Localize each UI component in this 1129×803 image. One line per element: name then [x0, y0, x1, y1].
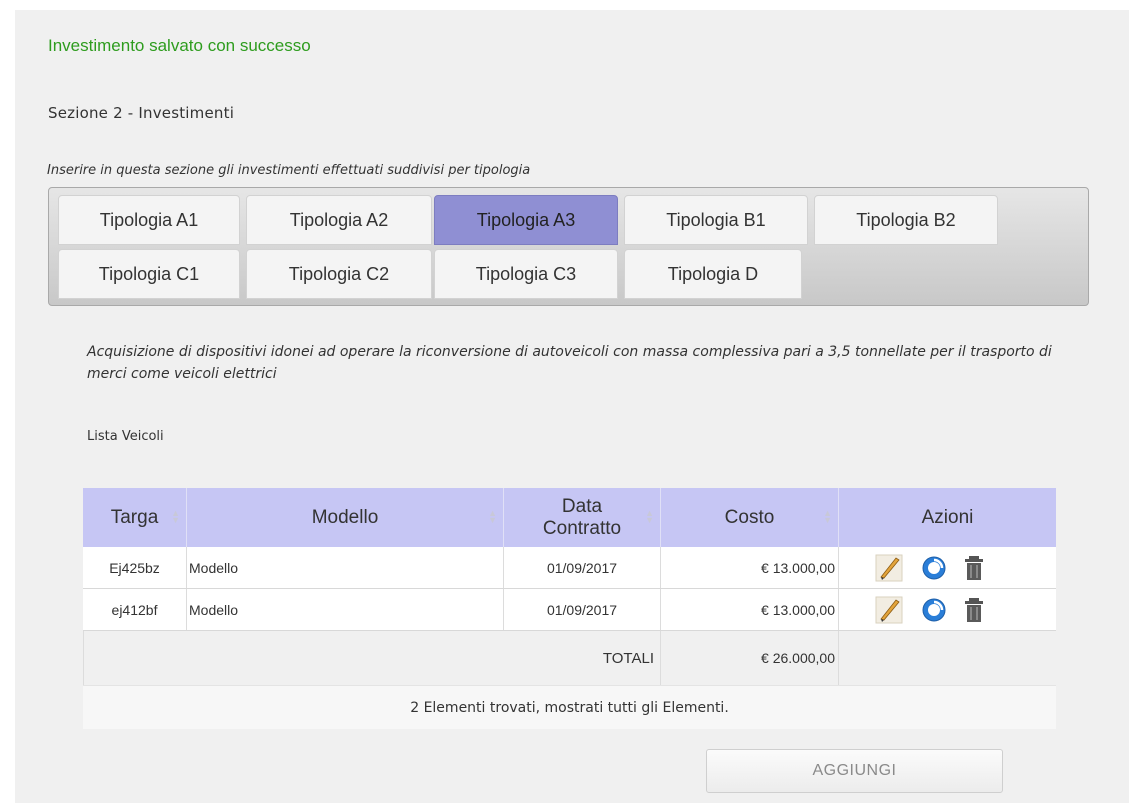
- refresh-icon[interactable]: [920, 596, 948, 624]
- table-row: Ej425bz Modello 01/09/2017 € 13.000,00: [83, 547, 1056, 589]
- tab-tipologia-a3[interactable]: Tipologia A3: [434, 195, 618, 245]
- tab-tipologia-a1[interactable]: Tipologia A1: [58, 195, 240, 245]
- cell-targa: ej412bf: [83, 589, 187, 630]
- column-label-data-contratto: Data Contratto: [542, 495, 622, 539]
- tab-bar: Tipologia A1 Tipologia A2 Tipologia A3 T…: [48, 187, 1089, 306]
- column-header-data-contratto[interactable]: Data Contratto ▲ ▼: [504, 488, 661, 547]
- totals-row: TOTALI € 26.000,00: [83, 631, 1056, 685]
- cell-modello: Modello: [187, 547, 504, 588]
- sort-icon[interactable]: ▲ ▼: [823, 509, 832, 525]
- list-title: Lista Veicoli: [87, 429, 164, 444]
- cell-data: 01/09/2017: [504, 547, 661, 588]
- tab-tipologia-c3[interactable]: Tipologia C3: [434, 249, 618, 299]
- totals-label: TOTALI: [83, 631, 661, 685]
- cell-modello: Modello: [187, 589, 504, 630]
- pencil-icon[interactable]: [875, 596, 903, 624]
- column-header-azioni: Azioni: [839, 488, 1056, 547]
- column-header-targa[interactable]: Targa ▲ ▼: [83, 488, 187, 547]
- cell-costo: € 13.000,00: [661, 547, 839, 588]
- cell-costo: € 13.000,00: [661, 589, 839, 630]
- column-label-modello: Modello: [311, 506, 379, 528]
- tab-tipologia-c1[interactable]: Tipologia C1: [58, 249, 240, 299]
- refresh-icon[interactable]: [920, 554, 948, 582]
- column-header-costo[interactable]: Costo ▲ ▼: [661, 488, 839, 547]
- column-label-targa: Targa: [110, 506, 159, 528]
- add-button[interactable]: AGGIUNGI: [706, 749, 1003, 793]
- cell-targa: Ej425bz: [83, 547, 187, 588]
- table-header: Targa ▲ ▼ Modello ▲ ▼ Data Contratto ▲ ▼ Co…: [83, 488, 1056, 547]
- column-label-azioni: Azioni: [921, 506, 974, 528]
- sort-icon[interactable]: ▲ ▼: [488, 509, 497, 525]
- pencil-icon[interactable]: [875, 554, 903, 582]
- trash-icon[interactable]: [960, 554, 988, 582]
- tab-tipologia-b1[interactable]: Tipologia B1: [624, 195, 808, 245]
- investment-description: Acquisizione di dispositivi idonei ad op…: [87, 344, 1052, 382]
- column-header-modello[interactable]: Modello ▲ ▼: [187, 488, 504, 547]
- table-row: ej412bf Modello 01/09/2017 € 13.000,00: [83, 589, 1056, 631]
- trash-icon[interactable]: [960, 596, 988, 624]
- column-label-costo: Costo: [724, 506, 775, 528]
- tab-tipologia-b2[interactable]: Tipologia B2: [814, 195, 998, 245]
- cell-data: 01/09/2017: [504, 589, 661, 630]
- totals-value: € 26.000,00: [661, 631, 839, 685]
- table-footer: 2 Elementi trovati, mostrati tutti gli E…: [83, 685, 1056, 729]
- tab-tipologia-c2[interactable]: Tipologia C2: [246, 249, 432, 299]
- tab-tipologia-d[interactable]: Tipologia D: [624, 249, 802, 299]
- section-description: Inserire in questa sezione gli investime…: [47, 163, 531, 178]
- sort-icon[interactable]: ▲ ▼: [171, 509, 180, 525]
- success-message: Investimento salvato con successo: [48, 36, 311, 55]
- sort-icon[interactable]: ▲ ▼: [645, 509, 654, 525]
- section-title: Sezione 2 - Investimenti: [48, 104, 235, 122]
- tab-tipologia-a2[interactable]: Tipologia A2: [246, 195, 432, 245]
